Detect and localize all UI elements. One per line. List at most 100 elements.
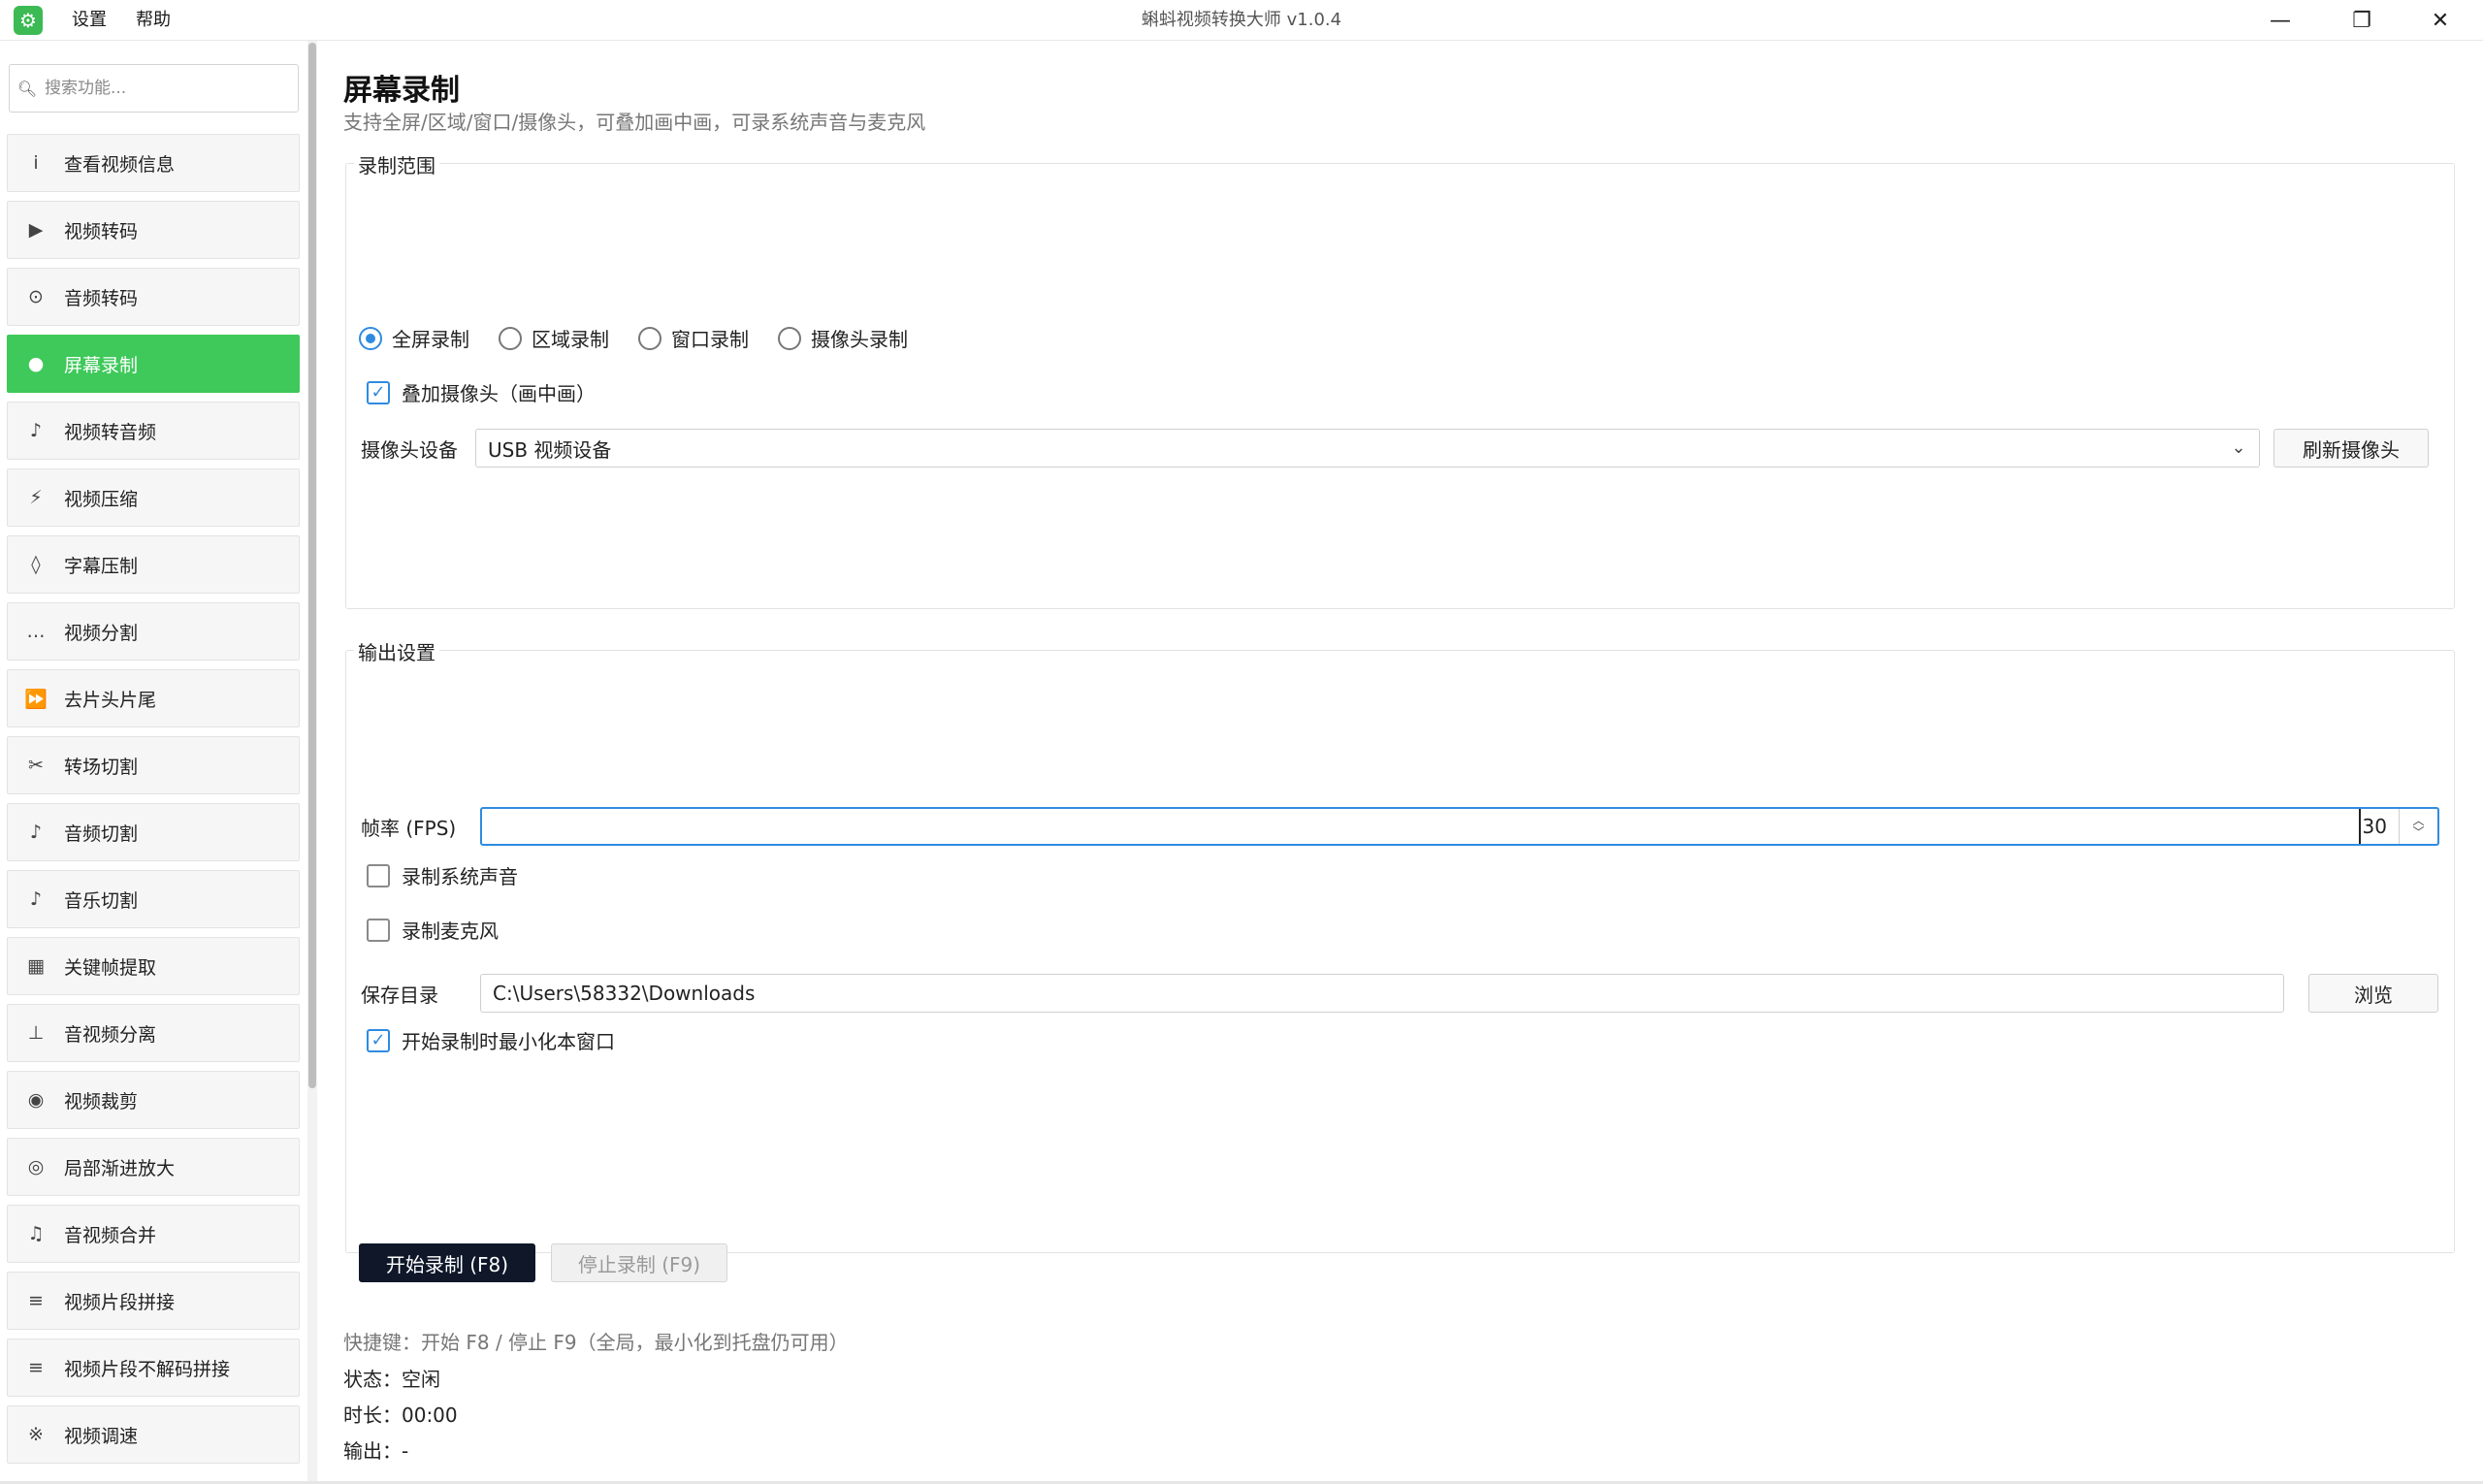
checkbox-label: 录制麦克风 [402,919,499,943]
sidebar-item-music-cut[interactable]: ♪ 音乐切割 [7,870,300,928]
sidebar-item-subtitle-burn[interactable]: ◊ 字幕压制 [7,535,300,594]
zoom-circle-icon: ◎ [27,1156,45,1178]
sidebar-item-label: 音频切割 [64,823,139,845]
status-text: 状态：空闲 [343,1368,440,1391]
sidebar-item-keyframe-extract[interactable]: ▦ 关键帧提取 [7,937,300,995]
music-note-icon: ♪ [29,822,43,843]
search-icon: 🔍︎ [16,79,38,98]
duration-text: 时长：00:00 [343,1403,458,1427]
target-icon: ◉ [27,1089,45,1111]
sidebar-item-label: 音视频合并 [64,1224,157,1246]
checkbox-label: 叠加摄像头（画中画） [402,382,596,405]
menu-settings[interactable]: 设置 [72,0,107,41]
sidebar-item-label: 局部渐进放大 [64,1157,176,1179]
sidebar-item-scene-cut[interactable]: ✂ 转场切割 [7,736,300,794]
minimize-icon: — [2270,8,2291,33]
nav-list: i 查看视频信息 ▶ 视频转码 ⊙ 音频转码 ● 屏幕录制 ♪ 视频转音频 ⚡ … [7,134,300,1472]
radio-window[interactable]: 窗口录制 [638,324,749,352]
grid-icon: ▦ [27,955,45,977]
stop-record-button[interactable]: 停止录制 (F9) [551,1243,727,1282]
radio-label: 窗口录制 [671,328,749,351]
minimize-on-record-checkbox[interactable]: ✓ 开始录制时最小化本窗口 [367,1026,615,1054]
save-dir-label: 保存目录 [361,984,438,1007]
close-button[interactable]: ✕ [2402,0,2479,41]
maximize-icon: ❐ [2352,8,2371,33]
sidebar-item-video-info[interactable]: i 查看视频信息 [7,134,300,192]
sidebar-item-clip-concat[interactable]: ≡ 视频片段拼接 [7,1272,300,1330]
start-record-button[interactable]: 开始录制 (F8) [359,1243,535,1282]
browse-button[interactable]: 浏览 [2308,974,2438,1013]
chevron-down-icon: ⌄ [2231,437,2246,458]
output-settings-title: 输出设置 [354,637,439,665]
sidebar-item-screen-record[interactable]: ● 屏幕录制 [7,335,300,393]
maximize-button[interactable]: ❐ [2323,0,2401,41]
sidebar-item-video-to-audio[interactable]: ♪ 视频转音频 [7,402,300,460]
sidebar-item-video-compress[interactable]: ⚡ 视频压缩 [7,468,300,527]
sidebar: 🔍︎ i 查看视频信息 ▶ 视频转码 ⊙ 音频转码 ● 屏幕录制 ♪ 视频转音频… [0,41,317,1484]
sidebar-item-video-speed[interactable]: ※ 视频调速 [7,1405,300,1464]
speed-icon: ※ [28,1424,44,1445]
sidebar-item-label: 视频片段不解码拼接 [64,1358,231,1380]
save-dir-input[interactable]: C:\Users\58332\Downloads [480,974,2284,1013]
list-icon: ≡ [28,1290,44,1311]
sidebar-item-trim-intro-outro[interactable]: ⏩ 去片头片尾 [7,669,300,727]
refresh-camera-button[interactable]: 刷新摄像头 [2273,429,2429,468]
checkbox-label: 开始录制时最小化本窗口 [402,1030,615,1053]
fast-forward-icon: ⏩ [24,688,48,710]
sidebar-item-clip-concat-nodecode[interactable]: ≡ 视频片段不解码拼接 [7,1339,300,1397]
search-input[interactable] [45,69,287,108]
list-icon: ≡ [28,1357,44,1378]
record-mode-radio-group: 全屏录制 区域录制 窗口录制 摄像头录制 [359,324,937,352]
spin-arrows-icon[interactable]: ︿ ﹀ [2399,809,2437,844]
sidebar-item-video-split[interactable]: … 视频分割 [7,602,300,661]
radio-camera[interactable]: 摄像头录制 [778,324,908,352]
radio-region[interactable]: 区域录制 [499,324,609,352]
sidebar-item-audio-transcode[interactable]: ⊙ 音频转码 [7,268,300,326]
sidebar-item-av-merge[interactable]: ♫ 音视频合并 [7,1205,300,1263]
record-range-group: 录制范围 [345,150,2455,609]
music-notes-icon: ♫ [27,1223,45,1244]
hotkey-hint: 快捷键：开始 F8 / 停止 F9（全局，最小化到托盘仍可用） [343,1331,849,1354]
sidebar-item-video-crop[interactable]: ◉ 视频裁剪 [7,1071,300,1129]
sidebar-item-label: 字幕压制 [64,555,139,577]
sidebar-item-video-transcode[interactable]: ▶ 视频转码 [7,201,300,259]
sidebar-item-av-separate[interactable]: ⊥ 音视频分离 [7,1004,300,1062]
sidebar-scrollbar-thumb[interactable] [308,43,316,1088]
output-text: 输出：- [343,1439,409,1463]
minimize-button[interactable]: — [2241,0,2319,41]
camera-device-select[interactable]: USB 视频设备 ⌄ [475,429,2260,468]
menu-help[interactable]: 帮助 [136,0,171,41]
sidebar-item-label: 视频片段拼接 [64,1291,176,1313]
overlay-camera-checkbox[interactable]: ✓ 叠加摄像头（画中画） [367,378,596,406]
sidebar-scrollbar[interactable] [307,41,317,1484]
camera-device-label: 摄像头设备 [361,438,458,462]
sidebar-item-label: 关键帧提取 [64,956,157,979]
radio-fullscreen[interactable]: 全屏录制 [359,324,469,352]
page-subtitle: 支持全屏/区域/窗口/摄像头，可叠加画中画，可录系统声音与麦克风 [343,111,926,134]
split-icon: ⊥ [27,1022,45,1044]
checkbox-empty-icon [367,918,390,942]
sidebar-item-label: 音乐切割 [64,889,139,912]
title-bar: ⚙ 设置 帮助 蝌蚪视频转换大师 v1.0.4 — ❐ ✕ [0,0,2483,41]
fps-spinbox[interactable]: 30 ︿ ﹀ [480,807,2439,846]
sidebar-item-progressive-zoom[interactable]: ◎ 局部渐进放大 [7,1138,300,1196]
disc-icon: ⊙ [28,286,44,307]
sidebar-item-label: 屏幕录制 [64,354,139,376]
sidebar-item-label: 去片头片尾 [64,689,157,711]
record-system-audio-checkbox[interactable]: 录制系统声音 [367,861,518,889]
camera-device-value: USB 视频设备 [488,437,612,462]
ellipsis-icon: … [26,621,46,642]
sidebar-item-label: 查看视频信息 [64,153,176,176]
music-note-icon: ♪ [29,420,43,441]
sidebar-item-audio-cut[interactable]: ♪ 音频切割 [7,803,300,861]
search-box[interactable]: 🔍︎ [9,64,299,113]
radio-indicator [638,326,661,350]
music-note-icon: ♪ [29,888,43,910]
checkmark-icon: ✓ [367,380,390,404]
record-mic-checkbox[interactable]: 录制麦克风 [367,916,499,944]
window-title: 蝌蚪视频转换大师 v1.0.4 [1141,10,1342,30]
fps-value[interactable]: 30 [2358,809,2387,844]
radio-label: 摄像头录制 [811,328,908,351]
page-title: 屏幕录制 [343,74,460,108]
checkbox-label: 录制系统声音 [402,865,518,888]
